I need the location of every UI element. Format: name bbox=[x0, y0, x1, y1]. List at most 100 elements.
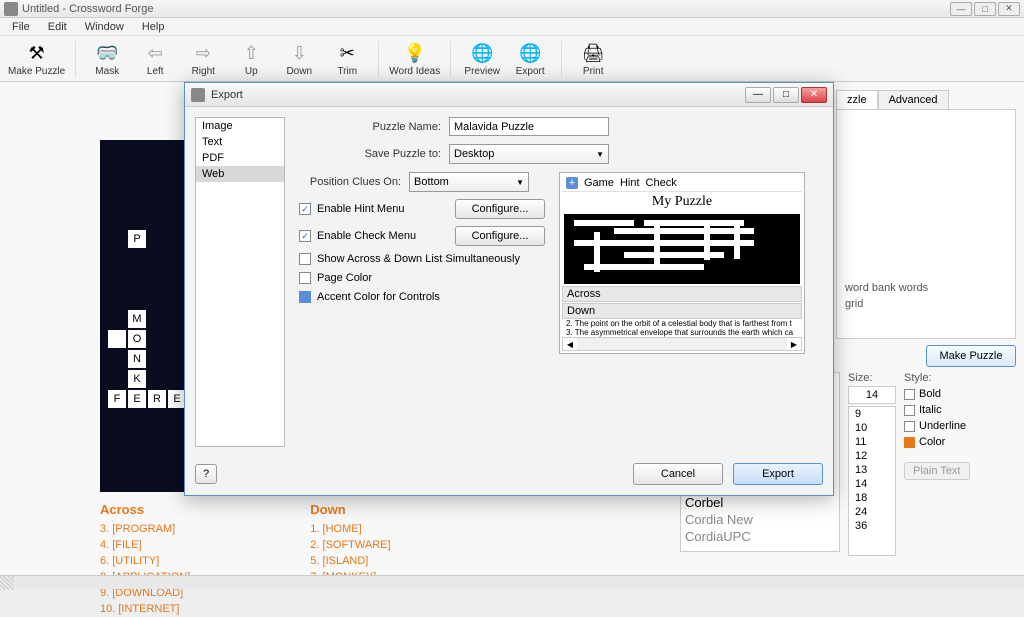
dialog-minimize-icon[interactable]: — bbox=[745, 87, 771, 103]
close-icon[interactable]: ✕ bbox=[998, 2, 1020, 16]
size-value[interactable]: 14 bbox=[848, 386, 896, 404]
separator bbox=[378, 41, 379, 77]
menu-help[interactable]: Help bbox=[134, 19, 173, 35]
arrow-right-icon: ⇨ bbox=[190, 40, 216, 66]
preview-crossword-grid bbox=[564, 214, 800, 284]
scroll-left-icon[interactable]: ◀ bbox=[563, 340, 577, 349]
export-button[interactable]: Export bbox=[733, 463, 823, 485]
size-item[interactable]: 24 bbox=[849, 505, 895, 519]
font-item[interactable]: Cordia New bbox=[681, 511, 839, 528]
minimize-icon[interactable]: — bbox=[950, 2, 972, 16]
format-pdf[interactable]: PDF bbox=[196, 150, 284, 166]
dialog-titlebar[interactable]: Export — □ ✕ bbox=[185, 83, 833, 107]
tool-export[interactable]: 🌐Export bbox=[509, 38, 551, 80]
preview-across-header[interactable]: Across bbox=[562, 286, 802, 302]
clue-item[interactable]: 3. [PROGRAM] bbox=[100, 521, 190, 537]
dialog-title: Export bbox=[211, 89, 243, 101]
clue-item[interactable]: 1. [HOME] bbox=[310, 521, 390, 537]
make-puzzle-button[interactable]: Make Puzzle bbox=[926, 345, 1016, 367]
preview-tab-hint[interactable]: Hint bbox=[620, 177, 640, 189]
preview-tab-game[interactable]: Game bbox=[584, 177, 614, 189]
accent-color-checkbox[interactable] bbox=[299, 291, 311, 303]
tool-mask[interactable]: 🥽Mask bbox=[86, 38, 128, 80]
tool-preview[interactable]: 🌐Preview bbox=[461, 38, 503, 80]
format-text[interactable]: Text bbox=[196, 134, 284, 150]
arrow-left-icon: ⇦ bbox=[142, 40, 168, 66]
plus-icon[interactable]: + bbox=[566, 177, 578, 189]
globe-icon: 🌐 bbox=[469, 40, 495, 66]
across-down-checkbox[interactable] bbox=[299, 253, 311, 265]
size-item[interactable]: 14 bbox=[849, 477, 895, 491]
app-icon bbox=[4, 2, 18, 16]
size-item[interactable]: 11 bbox=[849, 435, 895, 449]
help-button[interactable]: ? bbox=[195, 464, 217, 484]
size-item[interactable]: 18 bbox=[849, 491, 895, 505]
plain-text-button[interactable]: Plain Text bbox=[904, 462, 970, 480]
preview-title: My Puzzle bbox=[562, 192, 802, 212]
preview-scrollbar[interactable]: ◀ ▶ bbox=[562, 337, 802, 351]
size-listbox[interactable]: 9 10 11 12 13 14 18 24 36 bbox=[848, 406, 896, 556]
configure-hint-button[interactable]: Configure... bbox=[455, 199, 545, 219]
window-titlebar: Untitled - Crossword Forge — □ ✕ bbox=[0, 0, 1024, 18]
export-format-list[interactable]: Image Text PDF Web bbox=[195, 117, 285, 447]
check-label: Enable Check Menu bbox=[317, 230, 416, 242]
maximize-icon[interactable]: □ bbox=[974, 2, 996, 16]
tool-word-ideas[interactable]: 💡Word Ideas bbox=[389, 38, 440, 80]
scroll-track[interactable] bbox=[577, 338, 787, 350]
bold-checkbox[interactable]: Bold bbox=[904, 388, 998, 400]
position-label: Position Clues On: bbox=[299, 176, 409, 188]
save-to-select[interactable]: Desktop▼ bbox=[449, 144, 609, 164]
menu-edit[interactable]: Edit bbox=[40, 19, 75, 35]
tool-print[interactable]: 🖨Print bbox=[572, 38, 614, 80]
cell bbox=[108, 330, 126, 348]
preview-clue-line: 3. The asymmetrical envelope that surrou… bbox=[562, 328, 802, 337]
right-sidebar: zzle Advanced word bank words grid Make … bbox=[836, 90, 1016, 367]
tool-up[interactable]: ⇧Up bbox=[230, 38, 272, 80]
tab-advanced[interactable]: Advanced bbox=[878, 90, 949, 109]
format-image[interactable]: Image bbox=[196, 118, 284, 134]
tool-down[interactable]: ⇩Down bbox=[278, 38, 320, 80]
size-item[interactable]: 10 bbox=[849, 421, 895, 435]
dialog-close-icon[interactable]: ✕ bbox=[801, 87, 827, 103]
underline-checkbox[interactable]: Underline bbox=[904, 420, 998, 432]
clue-item[interactable]: 6. [UTILITY] bbox=[100, 553, 190, 569]
checkbox-icon bbox=[904, 405, 915, 416]
clue-item[interactable]: 5. [ISLAND] bbox=[310, 553, 390, 569]
size-item[interactable]: 36 bbox=[849, 519, 895, 533]
arrow-down-icon: ⇩ bbox=[286, 40, 312, 66]
status-bar bbox=[0, 575, 1024, 589]
menu-window[interactable]: Window bbox=[77, 19, 132, 35]
clue-item[interactable]: 4. [FILE] bbox=[100, 537, 190, 553]
tool-left[interactable]: ⇦Left bbox=[134, 38, 176, 80]
position-select[interactable]: Bottom▼ bbox=[409, 172, 529, 192]
italic-checkbox[interactable]: Italic bbox=[904, 404, 998, 416]
configure-check-button[interactable]: Configure... bbox=[455, 226, 545, 246]
dialog-maximize-icon[interactable]: □ bbox=[773, 87, 799, 103]
menu-file[interactable]: File bbox=[4, 19, 38, 35]
tool-trim[interactable]: ✂Trim bbox=[326, 38, 368, 80]
resize-grip-icon[interactable] bbox=[0, 576, 14, 590]
clue-item[interactable]: 10. [INTERNET] bbox=[100, 601, 190, 617]
scroll-right-icon[interactable]: ▶ bbox=[787, 340, 801, 349]
puzzle-name-input[interactable] bbox=[449, 117, 609, 136]
color-checkbox[interactable]: Color bbox=[904, 436, 998, 448]
tab-puzzle[interactable]: zzle bbox=[836, 90, 878, 109]
content-area: P M O N K E F R E zzle Advanced word ban… bbox=[0, 82, 1024, 575]
font-item[interactable]: CordiaUPC bbox=[681, 528, 839, 545]
size-item[interactable]: 13 bbox=[849, 463, 895, 477]
check-checkbox[interactable] bbox=[299, 230, 311, 242]
hint-label: Enable Hint Menu bbox=[317, 203, 404, 215]
cancel-button[interactable]: Cancel bbox=[633, 463, 723, 485]
page-color-checkbox[interactable] bbox=[299, 272, 311, 284]
hint-checkbox[interactable] bbox=[299, 203, 311, 215]
format-web[interactable]: Web bbox=[196, 166, 284, 182]
tool-make-puzzle[interactable]: ⚒Make Puzzle bbox=[8, 38, 65, 80]
hint-text: word bank words bbox=[845, 282, 1007, 294]
size-item[interactable]: 12 bbox=[849, 449, 895, 463]
clue-item[interactable]: 2. [SOFTWARE] bbox=[310, 537, 390, 553]
preview-down-header[interactable]: Down bbox=[562, 303, 802, 319]
font-item[interactable]: Corbel bbox=[681, 494, 839, 511]
tool-right[interactable]: ⇨Right bbox=[182, 38, 224, 80]
size-item[interactable]: 9 bbox=[849, 407, 895, 421]
preview-tab-check[interactable]: Check bbox=[646, 177, 677, 189]
